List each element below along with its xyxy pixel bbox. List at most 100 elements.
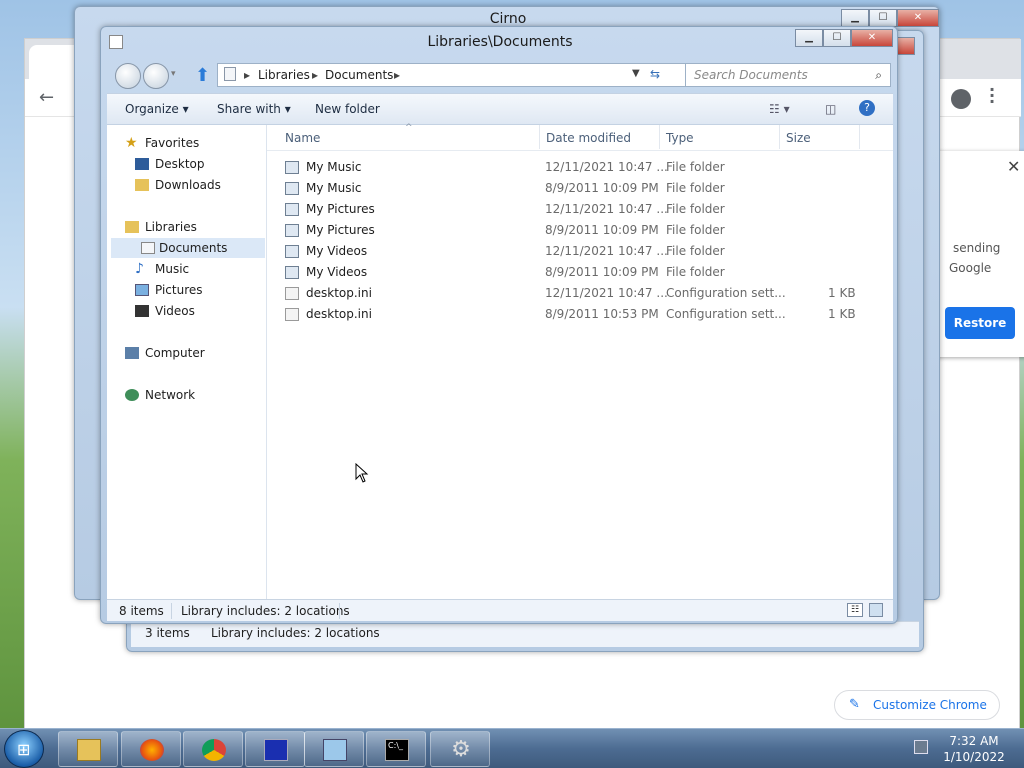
status-divider — [339, 603, 340, 619]
organize-button[interactable]: Organize ▾ — [125, 102, 189, 116]
search-input[interactable]: Search Documents ⌕ — [685, 63, 891, 87]
refresh-icon[interactable]: ⇆ — [650, 67, 660, 81]
nav-pictures[interactable]: Pictures — [131, 280, 203, 300]
search-icon[interactable]: ⌕ — [875, 64, 882, 86]
file-date: 8/9/2011 10:09 PM — [545, 181, 659, 195]
taskbar-blue-app[interactable] — [245, 731, 305, 767]
settings-gear-icon: ⚙ — [451, 737, 471, 762]
restore-text-line-2: Google — [949, 261, 992, 275]
file-name: desktop.ini — [306, 286, 372, 300]
address-bar[interactable]: ▸ Libraries ▸ Documents ▸ ▼ ⇆ — [217, 63, 747, 87]
breadcrumb-libraries[interactable]: Libraries — [258, 68, 310, 82]
folder-shortcut-icon — [285, 245, 299, 258]
file-name: My Pictures — [306, 202, 375, 216]
documents-icon — [141, 242, 155, 254]
column-size[interactable]: Size — [786, 131, 811, 145]
command-bar: Organize ▾ Share with ▾ New folder ☷ ▾ ◫… — [107, 93, 893, 125]
taskbar-chrome[interactable] — [183, 731, 243, 767]
large-icons-view-icon[interactable] — [869, 603, 883, 617]
close-icon[interactable]: ✕ — [851, 29, 893, 47]
back-button[interactable] — [115, 63, 141, 89]
nav-videos-label: Videos — [155, 304, 195, 318]
file-date: 12/11/2021 10:47 ... — [545, 244, 668, 258]
nav-desktop-label: Desktop — [155, 157, 205, 171]
column-divider[interactable] — [539, 125, 540, 149]
file-date: 8/9/2011 10:09 PM — [545, 223, 659, 237]
folder-shortcut-icon — [285, 182, 299, 195]
file-row[interactable]: desktop.ini 8/9/2011 10:53 PM Configuratio… — [267, 304, 893, 325]
taskbar-settings[interactable]: ⚙ — [430, 731, 490, 767]
new-folder-button[interactable]: New folder — [315, 102, 380, 116]
file-row[interactable]: My Videos 8/9/2011 10:09 PM File folder — [267, 262, 893, 283]
nav-downloads[interactable]: Downloads — [131, 175, 221, 195]
file-explorer-icon — [77, 739, 101, 761]
help-icon[interactable]: ? — [859, 100, 875, 116]
control-panel-icon — [323, 739, 347, 761]
view-options-icon[interactable]: ☷ ▾ — [769, 102, 790, 116]
file-type: File folder — [666, 265, 725, 279]
column-divider[interactable] — [659, 125, 660, 149]
clock-time: 7:32 AM — [949, 734, 999, 748]
breadcrumb-separator-icon: ▸ — [394, 68, 401, 82]
share-with-button[interactable]: Share with ▾ — [217, 102, 291, 116]
folder-shortcut-icon — [285, 203, 299, 216]
nav-favorites[interactable]: ★ Favorites — [121, 133, 199, 153]
pencil-icon: ✎ — [849, 697, 860, 712]
up-arrow-icon[interactable]: ⬆ — [195, 65, 210, 86]
file-row[interactable]: My Music 12/11/2021 10:47 ... File folder — [267, 157, 893, 178]
nav-libraries[interactable]: Libraries — [121, 217, 197, 237]
maximize-icon[interactable]: ☐ — [869, 9, 897, 27]
forward-button[interactable] — [143, 63, 169, 89]
maximize-icon[interactable]: ☐ — [823, 29, 851, 47]
chrome-menu-icon[interactable]: · · · — [987, 82, 997, 110]
restore-button[interactable]: Restore — [945, 307, 1015, 339]
minimize-icon[interactable]: ▁ — [795, 29, 823, 47]
videos-icon — [135, 305, 149, 317]
column-type[interactable]: Type — [666, 131, 694, 145]
minimize-icon[interactable]: ▁ — [841, 9, 869, 27]
file-date: 12/11/2021 10:47 ... — [545, 202, 668, 216]
file-row[interactable]: My Music 8/9/2011 10:09 PM File folder — [267, 178, 893, 199]
close-icon[interactable]: ✕ — [1007, 157, 1020, 176]
file-name: My Pictures — [306, 223, 375, 237]
window-title: Libraries\Documents — [427, 34, 573, 50]
taskbar-file-explorer[interactable] — [58, 731, 118, 767]
recent-pages-icon[interactable]: ▾ — [171, 69, 176, 79]
column-divider[interactable] — [779, 125, 780, 149]
search-placeholder: Search Documents — [694, 68, 808, 82]
nav-music[interactable]: ♪ Music — [131, 259, 189, 279]
file-row[interactable]: My Pictures 12/11/2021 10:47 ... File fold… — [267, 199, 893, 220]
nav-documents[interactable]: Documents — [111, 238, 265, 258]
details-view-icon[interactable]: ☷ — [847, 603, 863, 617]
column-date-modified[interactable]: Date modified — [546, 131, 631, 145]
file-row[interactable]: My Videos 12/11/2021 10:47 ... File folder — [267, 241, 893, 262]
nav-videos[interactable]: Videos — [131, 301, 195, 321]
file-row[interactable]: desktop.ini 12/11/2021 10:47 ... Configura… — [267, 283, 893, 304]
blue-app-icon — [264, 739, 288, 761]
taskbar-firefox[interactable] — [121, 731, 181, 767]
nav-desktop[interactable]: Desktop — [131, 154, 205, 174]
network-tray-icon[interactable] — [914, 740, 928, 754]
customize-chrome-label: Customize Chrome — [873, 698, 987, 712]
start-button[interactable]: ⊞ — [4, 730, 44, 768]
column-name[interactable]: Name — [285, 131, 320, 145]
file-size: 1 KB — [828, 286, 856, 300]
window-title: Cirno — [489, 11, 527, 27]
taskbar-control-panel[interactable] — [304, 731, 364, 767]
nav-computer[interactable]: Computer — [121, 343, 205, 363]
back-arrow-icon[interactable]: ← — [39, 87, 54, 108]
column-divider[interactable] — [859, 125, 860, 149]
system-clock[interactable]: 7:32 AM 1/10/2022 — [934, 733, 1014, 765]
close-icon[interactable]: ✕ — [897, 9, 939, 27]
status-bar: 3 items Library includes: 2 locations — [131, 621, 919, 647]
customize-chrome-button[interactable]: ✎ Customize Chrome — [834, 690, 1000, 720]
taskbar-command-prompt[interactable]: C:\_ — [366, 731, 426, 767]
profile-avatar-icon[interactable] — [951, 89, 971, 109]
file-row[interactable]: My Pictures 8/9/2011 10:09 PM File folder — [267, 220, 893, 241]
nav-network[interactable]: Network — [121, 385, 195, 405]
address-dropdown-icon[interactable]: ▼ — [632, 68, 640, 79]
file-date: 8/9/2011 10:53 PM — [545, 307, 659, 321]
breadcrumb-documents[interactable]: Documents — [325, 68, 393, 82]
file-size: 1 KB — [828, 307, 856, 321]
preview-pane-icon[interactable]: ◫ — [825, 102, 836, 116]
